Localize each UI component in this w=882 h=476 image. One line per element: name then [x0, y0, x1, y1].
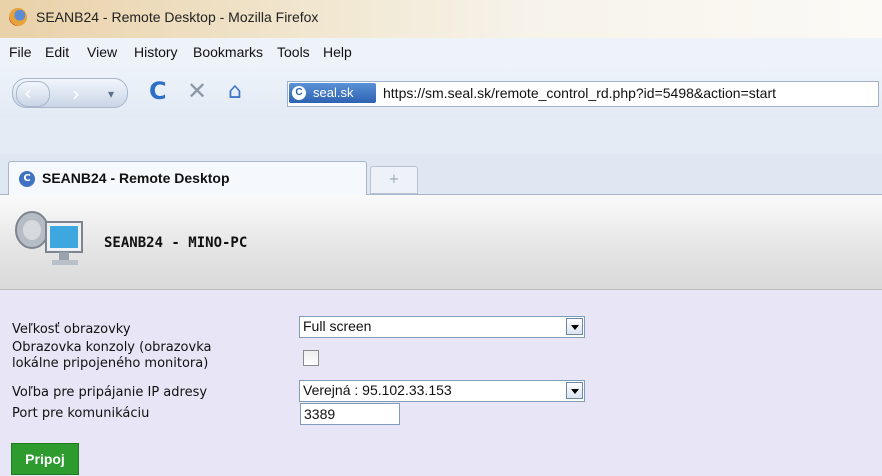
back-icon[interactable]: ‹	[16, 81, 50, 107]
forward-icon[interactable]: ›	[72, 83, 80, 105]
dropdown-icon[interactable]: ▾	[108, 83, 114, 105]
screen-size-label: Veľkosť obrazovky	[12, 322, 131, 337]
tab-favicon-icon: C	[19, 171, 35, 187]
console-label-line2: lokálne pripojeného monitora)	[12, 356, 209, 371]
menu-file[interactable]: File	[9, 44, 32, 60]
console-checkbox[interactable]	[303, 350, 319, 366]
menu-edit[interactable]: Edit	[45, 44, 69, 60]
window-titlebar: SEANB24 - Remote Desktop - Mozilla Firef…	[0, 0, 882, 38]
plus-icon: +	[388, 172, 400, 187]
port-value: 3389	[304, 406, 336, 422]
port-input[interactable]: 3389	[300, 403, 400, 425]
site-identity-label: seal.sk	[313, 85, 354, 100]
console-label-line1: Obrazovka konzoly (obrazovka	[12, 340, 212, 355]
firefox-logo-icon	[9, 8, 27, 26]
chevron-down-icon[interactable]	[566, 318, 583, 335]
connect-button[interactable]: Pripoj	[11, 443, 79, 475]
site-identity-button[interactable]: C seal.sk	[289, 83, 376, 103]
menu-bar: File Edit View History Bookmarks Tools H…	[0, 38, 882, 66]
menu-tools[interactable]: Tools	[277, 44, 310, 60]
ip-choice-label: Voľba pre pripájanie IP adresy	[12, 385, 208, 400]
new-tab-button[interactable]: +	[370, 166, 418, 194]
window-title: SEANB24 - Remote Desktop - Mozilla Firef…	[36, 9, 319, 25]
computer-icon	[15, 211, 83, 265]
chevron-down-icon[interactable]	[566, 382, 583, 399]
stop-icon[interactable]: ✕	[187, 79, 207, 103]
screen-size-select[interactable]: Full screen	[299, 316, 585, 338]
bookmarks-toolbar	[0, 118, 882, 155]
host-title: SEANB24 - MINO-PC	[104, 235, 248, 251]
ip-choice-select[interactable]: Verejná : 95.102.33.153	[299, 380, 585, 402]
menu-bookmarks[interactable]: Bookmarks	[193, 44, 263, 60]
menu-help[interactable]: Help	[323, 44, 352, 60]
port-label: Port pre komunikáciu	[12, 406, 150, 421]
screen-size-value: Full screen	[303, 318, 372, 334]
url-text[interactable]: https://sm.seal.sk/remote_control_rd.php…	[383, 85, 776, 101]
reload-icon[interactable]: C	[149, 79, 167, 103]
site-identity-icon: C	[292, 86, 306, 100]
menu-view[interactable]: View	[87, 44, 117, 60]
ip-choice-value: Verejná : 95.102.33.153	[303, 382, 452, 398]
tab-label: SEANB24 - Remote Desktop	[42, 170, 230, 186]
menu-history[interactable]: History	[134, 44, 178, 60]
home-icon[interactable]: ⌂	[228, 81, 242, 103]
